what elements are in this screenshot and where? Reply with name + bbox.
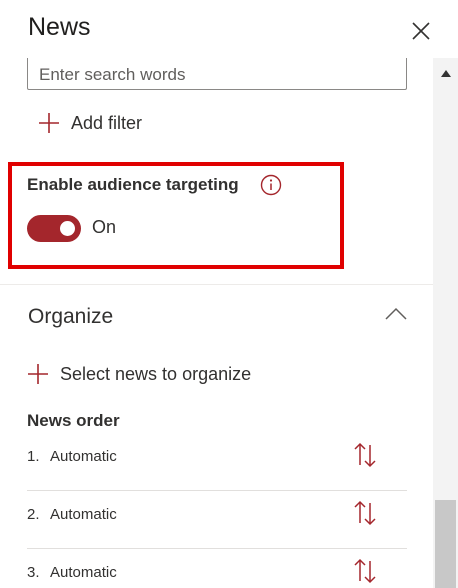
toggle-state-label: On [92, 217, 117, 237]
plus-icon [28, 364, 48, 384]
sort-arrows-icon[interactable] [353, 557, 377, 585]
news-order-row: 1. Automatic [27, 433, 407, 491]
order-number: 1. [27, 448, 40, 465]
order-number: 2. [27, 506, 40, 523]
search-input[interactable] [27, 58, 407, 90]
info-icon[interactable] [260, 174, 282, 196]
news-order-heading: News order [27, 411, 120, 430]
order-number: 3. [27, 564, 40, 581]
news-order-row: 2. Automatic [27, 491, 407, 549]
vertical-scrollbar[interactable] [433, 58, 458, 588]
order-label: Automatic [50, 506, 117, 523]
add-filter-button[interactable]: Add filter [38, 112, 142, 134]
panel-title: News [28, 13, 91, 41]
scrollbar-thumb[interactable] [435, 500, 456, 588]
audience-targeting-toggle[interactable] [27, 215, 81, 242]
close-icon[interactable] [408, 18, 434, 44]
organize-section-title: Organize [28, 305, 114, 328]
order-label: Automatic [50, 564, 117, 581]
sort-arrows-icon[interactable] [353, 441, 377, 469]
add-filter-label: Add filter [71, 112, 143, 133]
section-divider [0, 284, 433, 285]
chevron-up-icon[interactable] [384, 304, 408, 324]
news-settings-panel: News Add filter Enable audience targetin… [0, 0, 458, 588]
news-order-row: 3. Automatic [27, 549, 407, 588]
select-news-label: Select news to organize [60, 363, 252, 384]
toggle-knob [60, 221, 75, 236]
sort-arrows-icon[interactable] [353, 499, 377, 527]
plus-icon [39, 113, 59, 133]
audience-targeting-label: Enable audience targeting [27, 175, 239, 194]
scroll-up-arrow-icon[interactable] [441, 70, 451, 77]
select-news-button[interactable]: Select news to organize [27, 363, 251, 385]
order-label: Automatic [50, 448, 117, 465]
panel-content: Add filter Enable audience targeting On … [0, 58, 433, 588]
